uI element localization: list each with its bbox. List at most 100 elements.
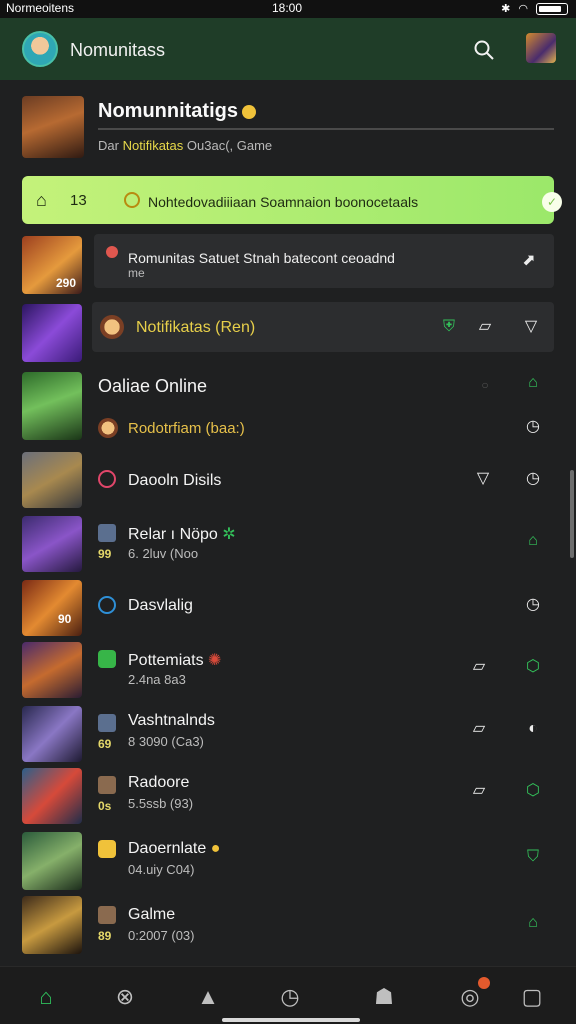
item-thumbnail[interactable] <box>22 642 82 698</box>
online-row[interactable]: Oaliae Online Rodotrfiam (baa:) ○ ⌂ ◷ <box>0 370 576 446</box>
list-item[interactable]: Vashtnalnds 8 3090 (Ca3) 69 ▱ ◐ <box>0 706 576 766</box>
arrow-icon[interactable]: ⬈ <box>518 250 540 272</box>
item-avatar <box>98 776 116 794</box>
item-thumbnail[interactable] <box>22 580 82 636</box>
list-item[interactable]: Pottemiats ✺ 2.4na 8a3 ▱ ⬡ <box>0 642 576 702</box>
list-item[interactable]: Relar ı Nöpo ✲ 6. 2luv (Noo 99 ⌂ <box>0 516 576 576</box>
item-badge: 69 <box>98 737 112 751</box>
list-item[interactable]: Daoernlate ● 04.uiy C04) ⛉ <box>0 832 576 892</box>
featured-section: Nomunnitatigs Dar Notifikatas Ou3ac(, Ga… <box>0 80 576 168</box>
search-icon[interactable] <box>472 38 496 62</box>
clock-icon[interactable]: ◷ <box>522 594 544 616</box>
list-item[interactable]: 90 Dasvlalig ◷ <box>0 580 576 638</box>
item-name: Pottemiats ✺ <box>128 650 221 670</box>
pin-icon <box>98 470 116 488</box>
smile-icon <box>124 192 140 208</box>
nav-clock-icon[interactable]: ◷ <box>276 983 304 1011</box>
message-card[interactable]: Romunitas Satuet Stnah batecont ceoadnd … <box>94 234 554 288</box>
item-avatar <box>98 524 116 542</box>
featured-subtitle: Dar Notifikatas Ou3ac(, Game <box>98 138 272 153</box>
notif-card[interactable]: Notifikatas (Ren) ⛨ ▱ ▽ <box>92 302 554 352</box>
item-thumbnail[interactable] <box>22 516 82 572</box>
item-avatar <box>98 650 116 668</box>
funnel-icon[interactable]: ▽ <box>520 316 542 338</box>
notif-thumbnail[interactable] <box>22 304 82 362</box>
list-item[interactable]: Radoore 5.5ssb (93) 0s ▱ ⬡ <box>0 768 576 828</box>
status-dot-icon: ○ <box>481 378 489 392</box>
alert-dot-icon <box>106 246 118 258</box>
home-icon[interactable]: ⌂ <box>522 530 544 552</box>
battery-icon <box>536 2 568 15</box>
dropdown-label: Daooln Disils <box>128 472 222 489</box>
item-thumbnail[interactable] <box>22 896 82 954</box>
featured-title: Nomunnitatigs <box>98 100 256 123</box>
nav-community-icon[interactable]: ☗ <box>370 983 398 1011</box>
message-row: 290 Romunitas Satuet Stnah batecont ceoa… <box>0 234 576 296</box>
item-name: Daoernlate ● <box>128 840 220 858</box>
subtitle-rest: Ou3ac(, Game <box>186 138 273 153</box>
gear-icon: ✲ <box>222 526 236 543</box>
app-avatar[interactable] <box>22 31 58 67</box>
status-bar: Normeoitens 18:00 ✱ ◠ <box>0 0 576 18</box>
item-badge: 0s <box>98 799 112 813</box>
item-avatar <box>98 714 116 732</box>
item-thumbnail[interactable] <box>22 832 82 890</box>
check-icon[interactable]: ✓ <box>542 192 562 212</box>
item-sub: 2.4na 8a3 <box>128 672 186 687</box>
dropdown-row[interactable]: Daooln Disils ▽ ◷ <box>0 452 576 510</box>
edit-icon[interactable]: ▱ <box>468 780 490 802</box>
message-line-1: Romunitas Satuet Stnah batecont ceoadnd <box>128 250 395 266</box>
edit-icon[interactable]: ▱ <box>468 718 490 740</box>
edit-icon[interactable]: ▱ <box>474 316 496 338</box>
shield-icon[interactable]: ⛉ <box>522 846 544 868</box>
subtitle-highlight: Notifikatas <box>122 138 184 153</box>
nav-menu-icon[interactable]: ▢ <box>518 983 546 1011</box>
item-name-text: Daoernlate <box>128 840 207 857</box>
home-indicator <box>222 1018 360 1022</box>
notification-banner[interactable]: ⌂ 13 Nohtedovadiiiaan Soamnaion boonocet… <box>22 176 562 224</box>
profile-avatar[interactable] <box>526 33 556 63</box>
app-header: Nomunitass <box>0 18 576 80</box>
item-name: Dasvlalig <box>128 597 193 614</box>
message-line-2: me <box>128 266 145 280</box>
item-name: Galme <box>128 906 176 923</box>
item-name-text: Relar ı Nöpo <box>128 526 218 543</box>
banner-text: Nohtedovadiiiaan Soamnaion boonocetaals <box>148 194 419 210</box>
item-sub: 04.uiy C04) <box>128 862 195 877</box>
home-icon[interactable]: ⌂ <box>522 912 544 934</box>
shield-icon[interactable]: ⬡ <box>522 656 544 678</box>
featured-thumbnail[interactable] <box>22 96 84 158</box>
thumb-badge: 90 <box>58 612 72 626</box>
banner-count: 13 <box>70 192 87 209</box>
edit-icon[interactable]: ▱ <box>468 656 490 678</box>
nav-home-icon[interactable]: ⌂ <box>32 983 60 1011</box>
carrier-text: Normeoitens <box>6 1 75 15</box>
scrollbar[interactable] <box>570 470 574 558</box>
gold-badge-icon: ● <box>210 840 221 857</box>
nav-groups-icon[interactable]: ▲ <box>194 983 222 1011</box>
home-icon: ⌂ <box>36 190 47 210</box>
nav-compass-icon[interactable]: ◎ <box>456 977 490 1011</box>
divider <box>98 128 554 130</box>
list-item[interactable]: Galme 0:2007 (03) 89 ⌂ <box>0 896 576 956</box>
funnel-icon[interactable]: ▽ <box>472 468 494 490</box>
dropdown-thumbnail[interactable] <box>22 452 82 508</box>
clock-text: 18:00 <box>272 1 303 15</box>
bottom-navigation: ⌂ ⊗ ▲ ◷ ☗ ◎ ▢ <box>0 966 576 1024</box>
item-thumbnail[interactable] <box>22 706 82 762</box>
bluetooth-icon: ✱ <box>501 3 511 15</box>
home-icon[interactable]: ⌂ <box>522 372 544 394</box>
item-name: Vashtnalnds <box>128 712 215 729</box>
item-badge: 89 <box>98 929 112 943</box>
globe-icon[interactable]: ◐ <box>522 718 544 740</box>
item-avatar <box>98 906 116 924</box>
clock-icon[interactable]: ◷ <box>522 468 544 490</box>
shield-icon[interactable]: ⛨ <box>438 316 460 338</box>
flame-icon: ✺ <box>208 652 222 669</box>
item-thumbnail[interactable] <box>22 768 82 824</box>
nav-explore-icon[interactable]: ⊗ <box>111 983 139 1011</box>
shield-icon[interactable]: ⬡ <box>522 780 544 802</box>
clock-icon[interactable]: ◷ <box>522 416 544 438</box>
featured-title-text: Nomunnitatigs <box>98 100 238 122</box>
online-thumbnail[interactable] <box>22 372 82 440</box>
